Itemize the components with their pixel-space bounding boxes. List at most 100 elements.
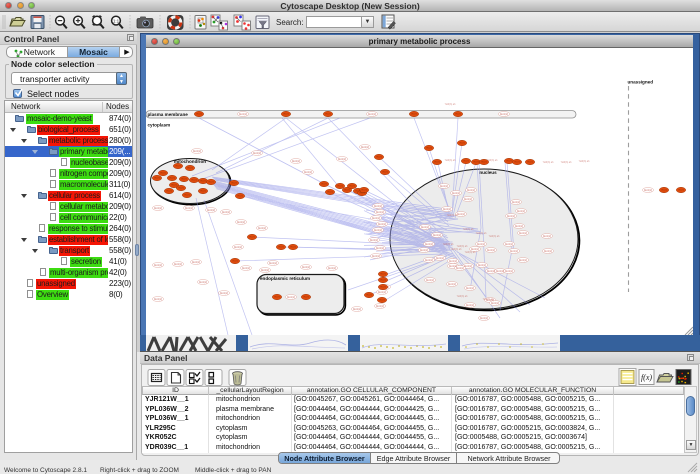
svg-text:Abc1(2): Abc1(2) xyxy=(253,152,262,155)
svg-text:Yal0(3) ab: Yal0(3) ab xyxy=(489,235,501,238)
svg-text:Abc1(2): Abc1(2) xyxy=(491,302,500,305)
svg-text:Abc1(2): Abc1(2) xyxy=(242,267,251,270)
svg-text:Abc1(2): Abc1(2) xyxy=(449,260,458,263)
svg-text:Ybr21: Ybr21 xyxy=(321,183,328,186)
svg-text:Abc1(2): Abc1(2) xyxy=(512,201,521,204)
svg-text:Yal0(3) ab: Yal0(3) ab xyxy=(579,160,591,163)
svg-text:Yal0(3) ab: Yal0(3) ab xyxy=(457,295,469,298)
svg-text:Ybr21: Ybr21 xyxy=(426,147,433,150)
svg-text:1:1: 1:1 xyxy=(113,18,120,23)
svg-text:Ybr21: Ybr21 xyxy=(290,246,297,249)
svg-text:endoplasmic reticulum: endoplasmic reticulum xyxy=(260,276,310,281)
svg-text:Ybr21: Ybr21 xyxy=(380,273,387,276)
svg-text:Abc1(2): Abc1(2) xyxy=(378,291,387,294)
svg-text:Yal0(3) ab: Yal0(3) ab xyxy=(483,298,495,301)
svg-text:Abc1(2): Abc1(2) xyxy=(304,171,313,174)
svg-text:Ybr21: Ybr21 xyxy=(325,113,332,116)
svg-text:Ybr21: Ybr21 xyxy=(481,161,488,164)
svg-text:Abc1(2): Abc1(2) xyxy=(464,265,473,268)
svg-text:Ybr21: Ybr21 xyxy=(382,171,389,174)
svg-text:Ybr21: Ybr21 xyxy=(359,192,366,195)
svg-text:Abc1(2): Abc1(2) xyxy=(269,262,278,265)
svg-text:Abc1(2): Abc1(2) xyxy=(237,221,246,224)
svg-text:Abc1(2): Abc1(2) xyxy=(505,270,514,273)
svg-text:Ybr21: Ybr21 xyxy=(411,113,418,116)
svg-text:Yal0(3) ab: Yal0(3) ab xyxy=(465,251,477,254)
svg-text:Ybr21: Ybr21 xyxy=(187,167,194,170)
svg-text:Abc1(2): Abc1(2) xyxy=(154,264,163,267)
svg-text:Yal0(3) ab: Yal0(3) ab xyxy=(543,161,555,164)
svg-text:Ybr21: Ybr21 xyxy=(231,182,238,185)
svg-text:Abc1(2): Abc1(2) xyxy=(220,292,229,295)
svg-text:Ybr21: Ybr21 xyxy=(678,189,685,192)
svg-text:Ybr21: Ybr21 xyxy=(379,299,386,302)
svg-text:Abc1(2): Abc1(2) xyxy=(496,270,505,273)
svg-text:Yal0(3) ab: Yal0(3) ab xyxy=(457,245,469,248)
svg-text:Abc1(2): Abc1(2) xyxy=(457,213,466,216)
svg-text:Ybr21: Ybr21 xyxy=(181,178,188,181)
svg-text:Ybr21: Ybr21 xyxy=(200,190,207,193)
svg-text:Abc1(2): Abc1(2) xyxy=(519,232,528,235)
svg-text:Yal0(3) ab: Yal0(3) ab xyxy=(451,248,463,251)
svg-text:Abc1(2): Abc1(2) xyxy=(222,211,231,214)
svg-text:Yal0(3) ab: Yal0(3) ab xyxy=(445,159,457,162)
svg-text:Ybr21: Ybr21 xyxy=(274,296,281,299)
svg-text:Ybr21: Ybr21 xyxy=(196,113,203,116)
svg-text:Abc1(2): Abc1(2) xyxy=(440,185,449,188)
svg-text:Ybr21: Ybr21 xyxy=(303,296,310,299)
svg-text:mitochondrion: mitochondrion xyxy=(174,159,206,164)
svg-text:Abc1(2): Abc1(2) xyxy=(466,304,475,307)
svg-text:Abc1(2): Abc1(2) xyxy=(378,223,387,226)
svg-text:Abc1(2): Abc1(2) xyxy=(543,235,552,238)
svg-text:Abc1(2): Abc1(2) xyxy=(261,269,270,272)
svg-text:Abc1(2): Abc1(2) xyxy=(426,279,435,282)
svg-text:Abc1(2): Abc1(2) xyxy=(193,150,202,153)
svg-text:Ybr21: Ybr21 xyxy=(237,195,244,198)
svg-text:Abc1(2): Abc1(2) xyxy=(644,189,653,192)
svg-text:Abc1(2): Abc1(2) xyxy=(199,281,208,284)
svg-text:Abc1(2): Abc1(2) xyxy=(376,247,385,250)
svg-text:plasma membrane: plasma membrane xyxy=(148,112,189,117)
svg-text:Abc1(2): Abc1(2) xyxy=(443,208,452,211)
svg-text:Yal0(3) ab: Yal0(3) ab xyxy=(445,103,457,106)
svg-text:Abc1(2): Abc1(2) xyxy=(505,243,514,246)
svg-text:Abc1(2): Abc1(2) xyxy=(487,270,496,273)
svg-text:Abc1(2): Abc1(2) xyxy=(544,250,553,253)
svg-text:Abc1(2): Abc1(2) xyxy=(361,146,370,149)
svg-text:Abc1(2): Abc1(2) xyxy=(420,249,429,252)
svg-text:Abc1(2): Abc1(2) xyxy=(487,249,496,252)
svg-text:Yal0(3) ab: Yal0(3) ab xyxy=(443,243,455,246)
svg-text:Abc1(2): Abc1(2) xyxy=(448,283,457,286)
svg-text:unassigned: unassigned xyxy=(628,80,654,85)
svg-text:Ybr21: Ybr21 xyxy=(154,177,161,180)
svg-text:Ybr21: Ybr21 xyxy=(349,185,356,188)
svg-text:Abc1(2): Abc1(2) xyxy=(519,259,528,262)
svg-text:Yal0(3) ab: Yal0(3) ab xyxy=(476,232,488,235)
svg-text:Abc1(2): Abc1(2) xyxy=(292,160,301,163)
svg-text:Abc1(2): Abc1(2) xyxy=(154,207,163,210)
svg-text:Yal0(3) ab: Yal0(3) ab xyxy=(561,161,573,164)
svg-text:Abc1(2): Abc1(2) xyxy=(287,296,296,299)
svg-text:Ybr21: Ybr21 xyxy=(361,189,368,192)
svg-text:Ybr21: Ybr21 xyxy=(200,180,207,183)
svg-text:Yal0(3) ab: Yal0(3) ab xyxy=(447,214,459,217)
svg-text:Yal0(3) ab: Yal0(3) ab xyxy=(463,228,475,231)
svg-text:Ybr21: Ybr21 xyxy=(463,160,470,163)
svg-text:Abc1(2): Abc1(2) xyxy=(467,189,476,192)
svg-text:Ybr21: Ybr21 xyxy=(184,194,191,197)
svg-text:Abc1(2): Abc1(2) xyxy=(500,113,509,116)
svg-text:Ybr21: Ybr21 xyxy=(178,187,185,190)
svg-text:Ybr21: Ybr21 xyxy=(380,286,387,289)
svg-text:Abc1(2): Abc1(2) xyxy=(353,308,362,311)
svg-text:Abc1(2): Abc1(2) xyxy=(376,211,385,214)
svg-text:Abc1(2): Abc1(2) xyxy=(185,207,194,210)
svg-text:Abc1(2): Abc1(2) xyxy=(207,209,216,212)
svg-text:cytoplasm: cytoplasm xyxy=(148,123,171,128)
svg-text:Ybr21: Ybr21 xyxy=(455,113,462,116)
svg-text:Abc1(2): Abc1(2) xyxy=(425,259,434,262)
svg-text:Abc1(2): Abc1(2) xyxy=(258,227,267,230)
svg-text:Ybr21: Ybr21 xyxy=(249,236,256,239)
svg-text:Abc1(2): Abc1(2) xyxy=(154,298,163,301)
svg-text:Ybr21: Ybr21 xyxy=(527,161,534,164)
svg-text:Abc1(2): Abc1(2) xyxy=(372,217,381,220)
